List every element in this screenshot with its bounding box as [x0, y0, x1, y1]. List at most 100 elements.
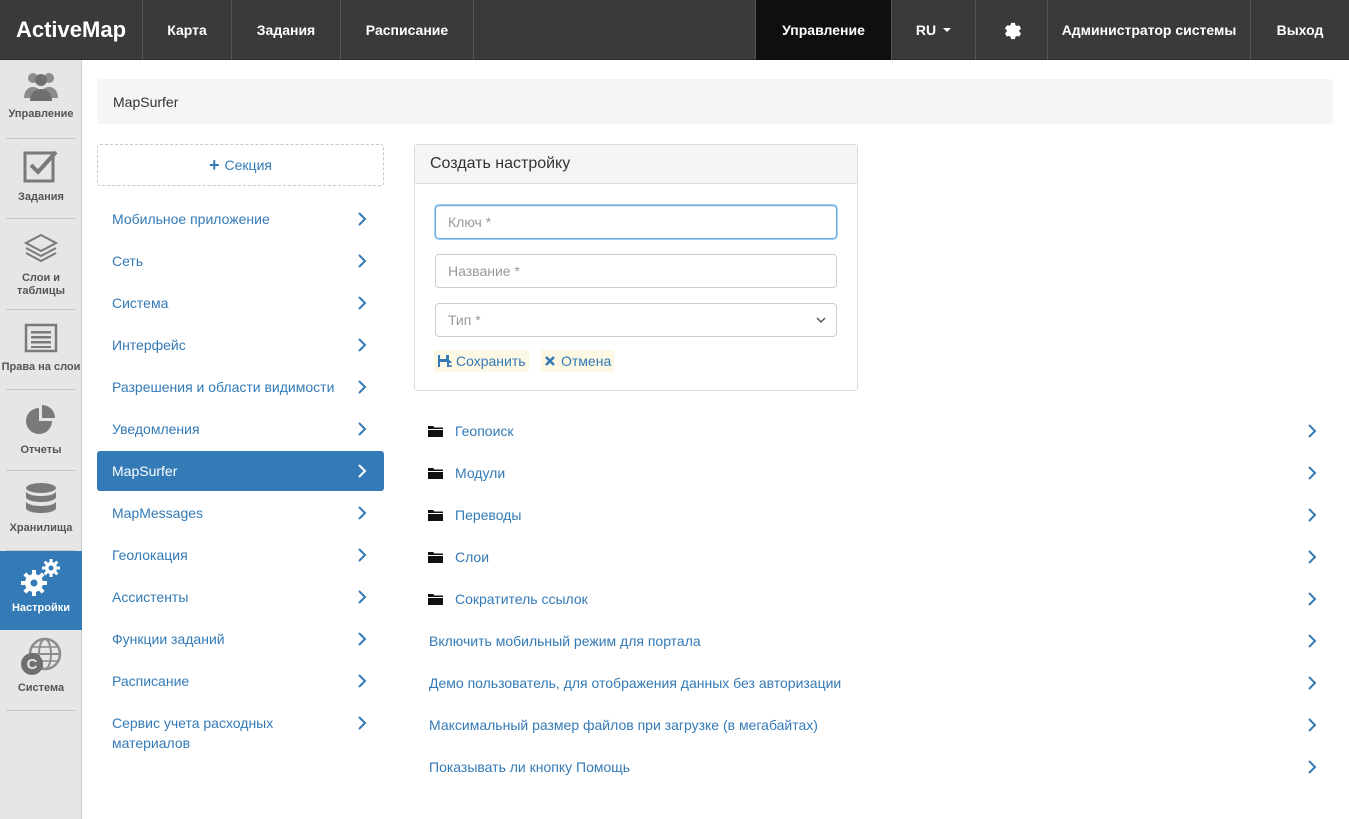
chevron-right-icon [1308, 466, 1317, 480]
type-select[interactable]: Тип * [435, 303, 837, 337]
folder-item[interactable]: Сократитель ссылок [414, 579, 1334, 619]
chevron-right-icon [1308, 550, 1317, 564]
setting-item[interactable]: Демо пользователь, для отображения данны… [414, 663, 1334, 703]
section-item[interactable]: Функции заданий [97, 619, 384, 659]
section-label: Геолокация [112, 547, 188, 563]
folder-item[interactable]: Слои [414, 537, 1334, 577]
chevron-right-icon [358, 632, 367, 646]
nav-manage[interactable]: Управление [756, 0, 892, 60]
section-item[interactable]: Расписание [97, 661, 384, 701]
cancel-label: Отмена [561, 353, 612, 369]
chevron-right-icon [358, 380, 367, 394]
nav-map[interactable]: Карта [143, 0, 232, 60]
type-select-value: Тип * [448, 312, 481, 328]
chevron-right-icon [1308, 676, 1317, 690]
sidebar-item-storage[interactable]: Хранилища [0, 471, 82, 550]
top-navbar: ActiveMap Карта Задания Расписание Управ… [0, 0, 1349, 60]
section-label: Мобильное приложение [112, 211, 270, 227]
key-input[interactable] [435, 205, 837, 239]
checkbox-icon [23, 150, 58, 183]
folder-item[interactable]: Переводы [414, 495, 1334, 535]
users-icon [24, 73, 58, 101]
sidebar-label: Слои и таблицы [17, 272, 65, 297]
cancel-button[interactable]: Отмена [541, 350, 615, 372]
section-item[interactable]: Разрешения и области видимости [97, 367, 384, 407]
gear-icon [1004, 22, 1021, 40]
folder-icon [428, 468, 443, 479]
panel-title: Создать настройку [415, 145, 857, 184]
pie-chart-icon [26, 405, 55, 434]
add-section-label: Секция [224, 157, 272, 173]
section-item[interactable]: MapSurfer [97, 451, 384, 491]
section-label: Сервис учета расходных материалов [112, 715, 274, 751]
chevron-right-icon [358, 212, 367, 226]
database-icon [26, 483, 56, 513]
folder-icon [428, 426, 443, 437]
sidebar-item-reports[interactable]: Отчеты [0, 390, 82, 470]
chevron-right-icon [1308, 718, 1317, 732]
save-button[interactable]: Сохранить [434, 350, 529, 372]
setting-item[interactable]: Максимальный размер файлов при загрузке … [414, 705, 1334, 745]
chevron-right-icon [358, 464, 367, 478]
lang-dropdown[interactable]: RU [892, 0, 976, 60]
chevron-right-icon [1308, 634, 1317, 648]
section-item[interactable]: Ассистенты [97, 577, 384, 617]
brand-logo[interactable]: ActiveMap [0, 0, 143, 60]
setting-label: Демо пользователь, для отображения данны… [429, 675, 842, 691]
folder-label: Модули [455, 465, 506, 481]
sidebar-item-layers[interactable]: Слои и таблицы [0, 219, 82, 309]
chevron-right-icon [1308, 424, 1317, 438]
folder-label: Геопоиск [455, 423, 514, 439]
sidebar-item-management[interactable]: Управление [0, 60, 82, 138]
section-item[interactable]: Геолокация [97, 535, 384, 575]
setting-label: Показывать ли кнопку Помощь [429, 759, 631, 775]
save-icon [438, 354, 452, 367]
chevron-right-icon [358, 716, 367, 730]
sidebar-item-settings[interactable]: Настройки [0, 551, 82, 630]
section-item[interactable]: Интерфейс [97, 325, 384, 365]
add-section-button[interactable]: + Секция [97, 144, 384, 186]
setting-item[interactable]: Показывать ли кнопку Помощь [414, 747, 1334, 787]
section-item[interactable]: Сервис учета расходных материалов [97, 703, 384, 763]
section-item[interactable]: Мобильное приложение [97, 199, 384, 239]
section-label: Ассистенты [112, 589, 189, 605]
section-label: Уведомления [112, 421, 200, 437]
sidebar-label: Настройки [11, 602, 71, 614]
setting-item[interactable]: Включить мобильный режим для портала [414, 621, 1334, 661]
sidebar-item-system[interactable]: C Система [0, 631, 82, 710]
section-item[interactable]: Сеть [97, 241, 384, 281]
section-item[interactable]: Система [97, 283, 384, 323]
caret-down-icon [943, 28, 952, 32]
section-label: Система [112, 295, 169, 311]
folder-label: Слои [455, 549, 490, 565]
close-icon [545, 356, 555, 366]
chevron-right-icon [358, 548, 367, 562]
folder-icon [428, 552, 443, 563]
chevron-right-icon [1308, 592, 1317, 606]
sidebar-label: Права на слои [1, 361, 81, 373]
breadcrumb: MapSurfer [97, 79, 1333, 124]
folder-item[interactable]: Геопоиск [414, 411, 1334, 451]
list-icon [24, 323, 58, 353]
nav-tasks[interactable]: Задания [232, 0, 341, 60]
folder-icon [428, 594, 443, 605]
section-item[interactable]: MapMessages [97, 493, 384, 533]
chevron-right-icon [1308, 508, 1317, 522]
settings-gear-button[interactable] [976, 0, 1048, 60]
sidebar-item-layer-rights[interactable]: Права на слои [0, 310, 82, 389]
save-label: Сохранить [456, 353, 526, 369]
folder-label: Сократитель ссылок [455, 591, 588, 607]
user-menu[interactable]: Администратор системы [1048, 0, 1251, 60]
logout-button[interactable]: Выход [1251, 0, 1349, 60]
sidebar-item-tasks[interactable]: Задания [0, 139, 82, 218]
left-sidebar: Управление Задания Слои и таблицы Права … [0, 60, 82, 819]
nav-schedule[interactable]: Расписание [341, 0, 474, 60]
section-label: Разрешения и области видимости [112, 379, 335, 395]
chevron-right-icon [358, 506, 367, 520]
sidebar-label: Управление [8, 108, 74, 120]
section-label: MapSurfer [112, 463, 178, 479]
folder-icon [428, 510, 443, 521]
section-item[interactable]: Уведомления [97, 409, 384, 449]
folder-item[interactable]: Модули [414, 453, 1334, 493]
name-input[interactable] [435, 254, 837, 288]
